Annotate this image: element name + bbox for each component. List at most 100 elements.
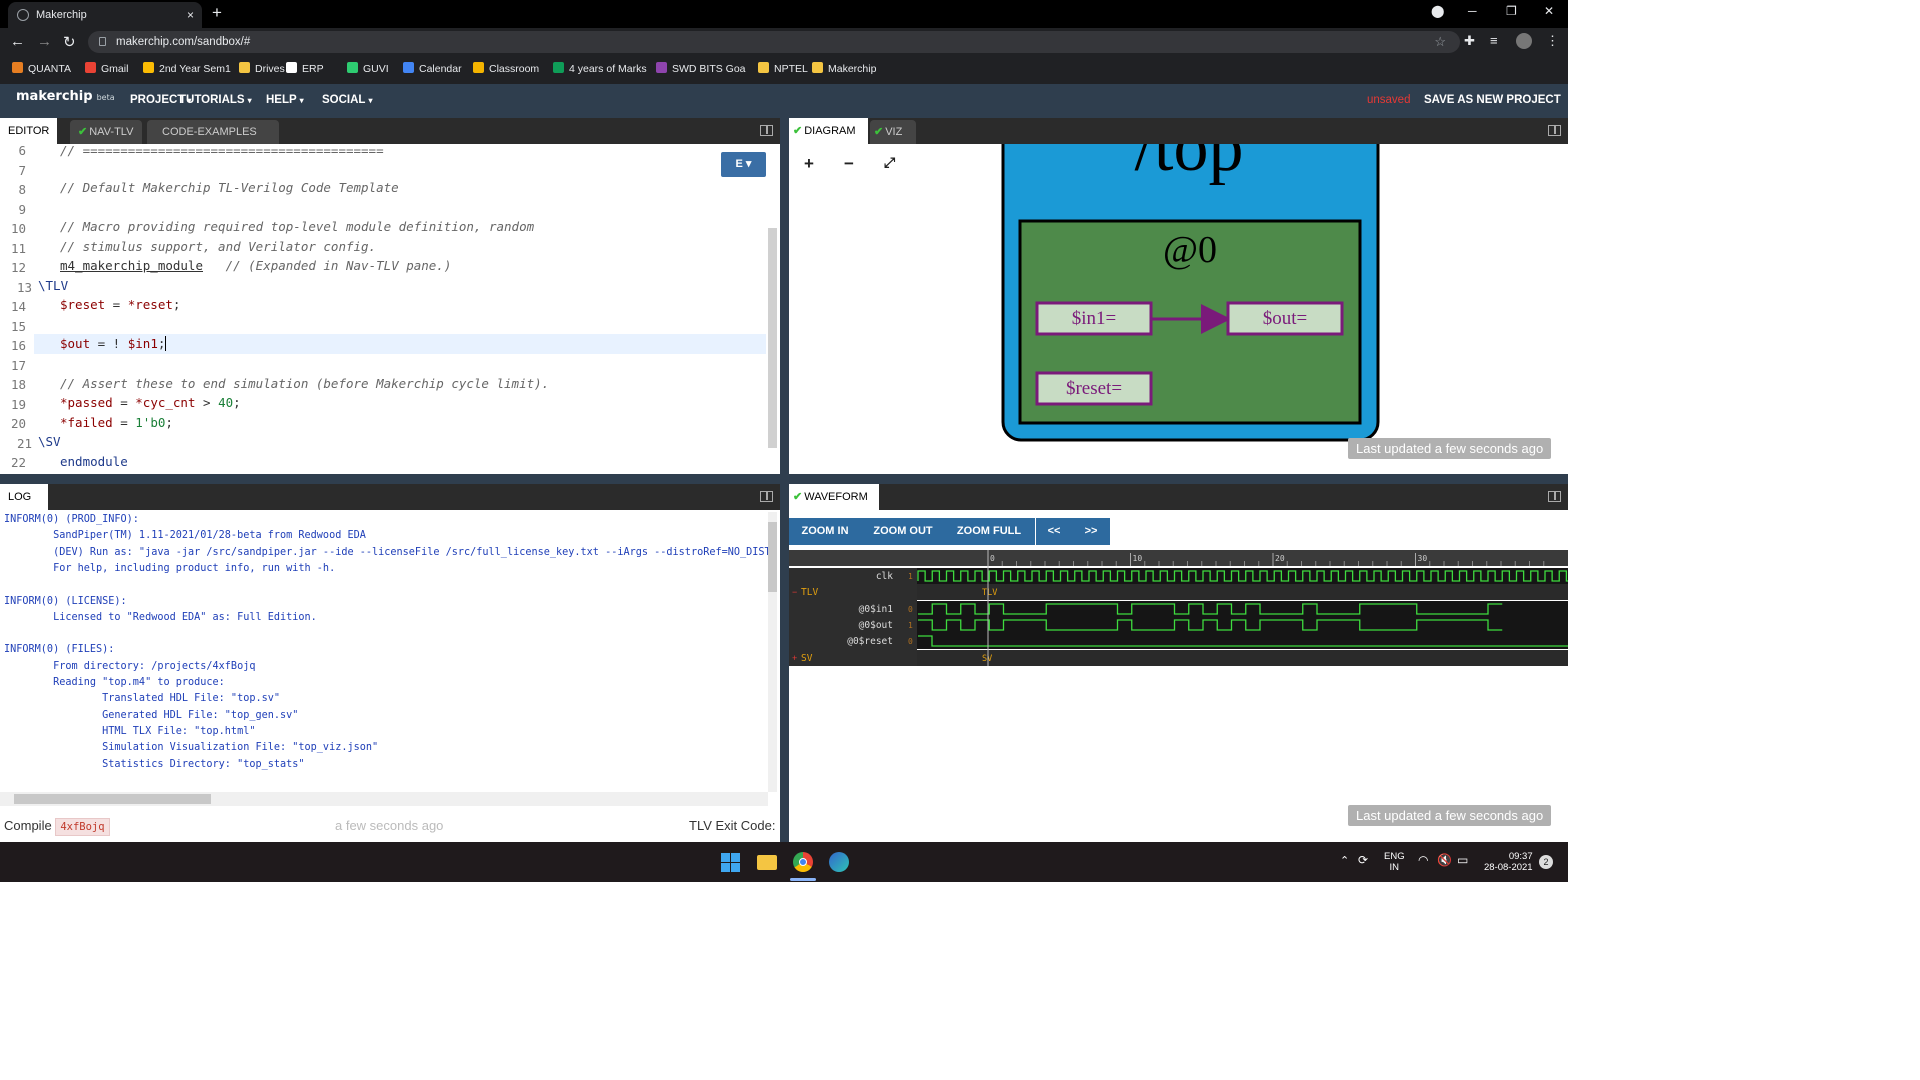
more-menu-icon[interactable]: ⋮ xyxy=(1546,33,1559,49)
bookmark-item[interactable]: QUANTA xyxy=(12,62,71,75)
bookmark-item[interactable]: ERP xyxy=(286,62,324,75)
back-icon[interactable]: ← xyxy=(10,33,25,50)
top-scope-label: /top xyxy=(1135,144,1244,186)
bookmark-item[interactable]: Makerchip xyxy=(812,62,876,75)
avatar[interactable] xyxy=(1516,33,1532,49)
new-tab-button[interactable]: + xyxy=(212,3,222,23)
extensions-icon[interactable]: ✚ xyxy=(1464,33,1475,49)
diagram-view[interactable]: /top @0 $in1= $out= $reset= xyxy=(789,144,1568,474)
log-line: Simulation Visualization File: "top_viz.… xyxy=(4,742,379,754)
check-icon: ✔ xyxy=(78,126,88,138)
bookmark-item[interactable]: 4 years of Marks xyxy=(553,62,647,75)
tab-code-examples[interactable]: CODE-EXAMPLES ✖ xyxy=(147,120,279,162)
tab-viz[interactable]: ✔ VIZ xyxy=(870,120,916,144)
code-line-13: \TLV xyxy=(38,278,69,293)
reload-icon[interactable]: ↻ xyxy=(63,33,76,51)
windows-taskbar xyxy=(0,842,1568,882)
bookmark-label: Calendar xyxy=(419,63,462,75)
bookmark-icon xyxy=(143,62,154,73)
bookmark-item[interactable]: GUVI xyxy=(347,62,389,75)
bookmark-star-icon[interactable]: ☆ xyxy=(1434,31,1446,53)
log-line: For help, including product info, run wi… xyxy=(4,562,336,574)
diagram-fit-icon[interactable]: ⤢ xyxy=(884,154,895,171)
signal-out-label: $out= xyxy=(1263,308,1308,329)
maximize-diagram-icon[interactable] xyxy=(1548,125,1561,136)
bookmark-item[interactable]: Gmail xyxy=(85,62,128,75)
minimize-icon[interactable]: ─ xyxy=(1468,4,1477,18)
log-output: INFORM(0) (PROD_INFO): SandPiper(TM) 1.1… xyxy=(0,510,780,792)
maximize-waveform-icon[interactable] xyxy=(1548,491,1561,502)
forward-icon[interactable]: → xyxy=(37,33,52,50)
battery-icon[interactable]: ▭ xyxy=(1457,853,1468,867)
clock[interactable]: 09:37 28-08-2021 xyxy=(1484,851,1533,873)
menu-social[interactable]: SOCIAL ▾ xyxy=(322,94,372,106)
log-vscroll[interactable] xyxy=(768,512,777,792)
language-indicator[interactable]: ENG IN xyxy=(1384,851,1405,873)
line-number: 12 xyxy=(10,260,26,275)
wifi-icon[interactable]: ◠ xyxy=(1418,853,1428,867)
text-cursor xyxy=(165,336,167,351)
log-line: SandPiper(TM) 1.11-2021/01/28-beta from … xyxy=(4,530,366,542)
sync-icon[interactable]: ⟳ xyxy=(1358,853,1368,867)
bookmark-item[interactable]: Calendar xyxy=(403,62,462,75)
horizontal-splitter[interactable] xyxy=(0,474,780,484)
horizontal-splitter-right[interactable] xyxy=(789,474,1568,484)
maximize-log-icon[interactable] xyxy=(760,491,773,502)
close-tab-icon[interactable]: × xyxy=(187,2,194,28)
window-close-icon[interactable]: ✕ xyxy=(1544,4,1554,18)
bookmark-label: 2nd Year Sem1 xyxy=(159,63,231,75)
editor-mode-button[interactable]: E ▾ xyxy=(721,152,766,177)
bookmark-item[interactable]: SWD BITS Goa xyxy=(656,62,746,75)
diagram-zoom-in-icon[interactable]: + xyxy=(804,154,814,174)
bookmark-item[interactable]: Classroom xyxy=(473,62,539,75)
line-number: 7 xyxy=(18,162,26,178)
compile-id-badge[interactable]: 4xfBojq xyxy=(55,818,110,836)
notification-badge[interactable]: 2 xyxy=(1539,855,1553,869)
volume-icon[interactable]: 🔇 xyxy=(1437,853,1452,867)
chrome-icon[interactable] xyxy=(793,852,813,872)
bookmark-item[interactable]: NPTEL xyxy=(758,62,808,75)
tab-nav-tlv[interactable]: ✔ NAV-TLV xyxy=(70,120,142,144)
diagram-zoom-out-icon[interactable]: − xyxy=(844,154,854,174)
bookmark-icon xyxy=(347,62,358,73)
zoom-out-button[interactable]: ZOOM OUT xyxy=(868,518,938,545)
edge-icon[interactable] xyxy=(829,852,849,872)
bookmark-label: Gmail xyxy=(101,63,129,75)
menu-help[interactable]: HELP ▾ xyxy=(266,94,304,106)
check-icon: ✔ xyxy=(793,125,803,137)
tab-log[interactable]: LOG xyxy=(0,484,48,510)
save-as-new-project-button[interactable]: SAVE AS NEW PROJECT xyxy=(1424,94,1561,106)
signal-label: clk xyxy=(876,571,893,582)
vertical-splitter[interactable] xyxy=(780,118,789,842)
tray-chevron-icon[interactable]: ⌃ xyxy=(1340,854,1349,867)
code-editor[interactable]: 6 7 8 9 10 11 12 13 14 15 16 17 18 19 20 21 22 // ======… xyxy=(0,144,780,474)
editor-scrollbar[interactable] xyxy=(768,228,777,448)
log-hscroll[interactable] xyxy=(0,792,768,806)
profile-dot-icon[interactable]: ⬤ xyxy=(1431,4,1444,18)
windows-start-icon[interactable] xyxy=(721,853,740,872)
zoom-in-button[interactable]: ZOOM IN xyxy=(795,518,855,545)
tab-editor[interactable]: EDITOR xyxy=(0,118,58,144)
makerchip-logo[interactable]: makerchip beta xyxy=(16,89,115,104)
bookmark-item[interactable]: Drives xyxy=(239,62,285,75)
signal-value: 0 xyxy=(908,605,913,614)
prev-button[interactable]: << xyxy=(1040,518,1068,545)
url-text: makerchip.com/sandbox/# xyxy=(116,36,251,48)
reading-list-icon[interactable]: ≡ xyxy=(1490,33,1498,48)
line-number: 8 xyxy=(18,182,26,197)
tab-diagram[interactable]: ✔ DIAGRAM xyxy=(789,118,868,144)
bookmark-item[interactable]: 2nd Year Sem1 xyxy=(143,62,231,75)
tab-waveform[interactable]: ✔ WAVEFORM xyxy=(789,484,879,510)
menu-tutorials[interactable]: TUTORIALS ▾ xyxy=(179,94,252,106)
signal-value: 0 xyxy=(908,637,913,646)
diagram-updated-badge: Last updated a few seconds ago xyxy=(1348,438,1552,459)
maximize-editor-icon[interactable] xyxy=(760,125,773,136)
file-explorer-icon[interactable] xyxy=(757,855,777,870)
browser-tab[interactable]: Makerchip × xyxy=(8,2,202,28)
address-bar[interactable]: makerchip.com/sandbox/# ☆ xyxy=(88,31,1460,53)
signal-name-column xyxy=(789,568,917,666)
restore-icon[interactable]: ❐ xyxy=(1506,4,1517,18)
zoom-full-button[interactable]: ZOOM FULL xyxy=(952,518,1026,545)
signal-value: 1 xyxy=(908,621,913,630)
next-button[interactable]: >> xyxy=(1076,518,1106,545)
